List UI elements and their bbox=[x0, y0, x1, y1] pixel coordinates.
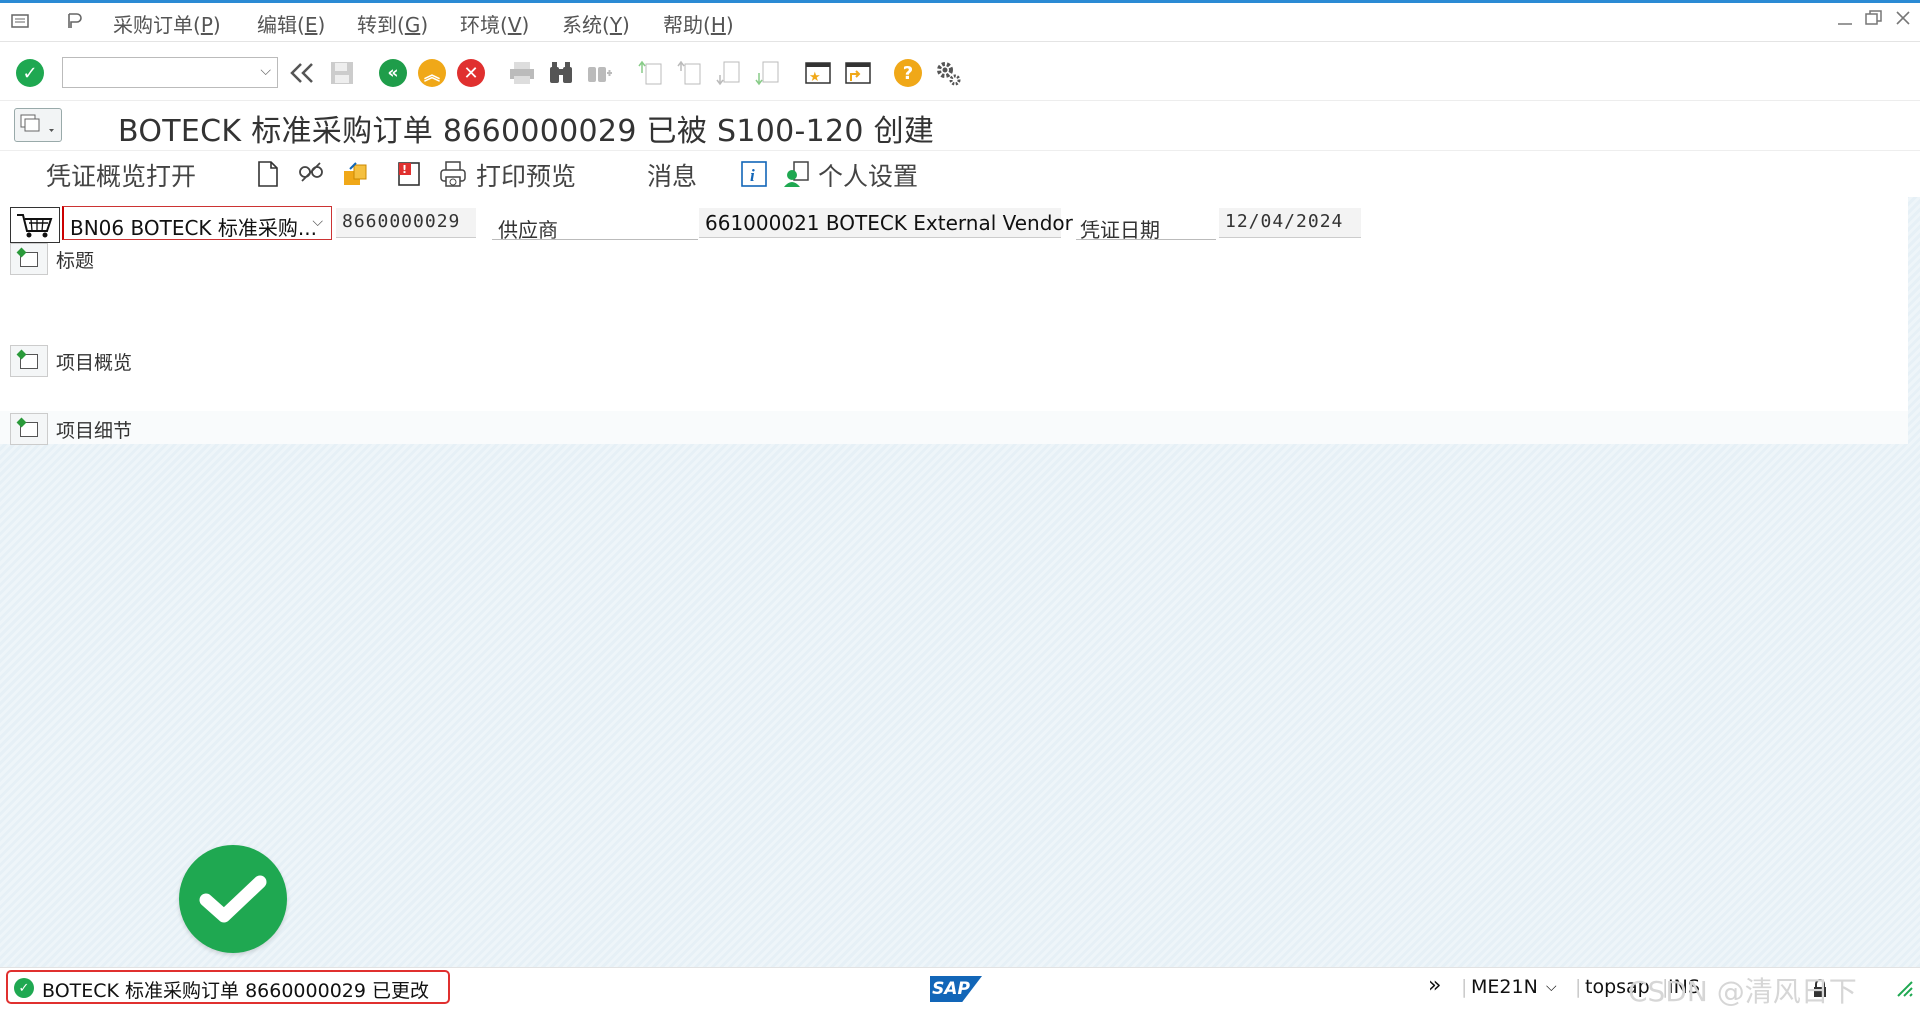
document-type-select[interactable]: BN06 BOTECK 标准采购... ⌵ bbox=[62, 206, 332, 240]
expand-icon bbox=[20, 353, 38, 369]
print-preview-button[interactable]: 打印预览 bbox=[476, 157, 576, 193]
sap-logo: SAP bbox=[930, 976, 982, 1002]
previous-page-icon[interactable] bbox=[675, 58, 705, 88]
document-date-field[interactable]: 12/04/2024 bbox=[1219, 208, 1361, 238]
item-detail-strip bbox=[0, 411, 1908, 444]
status-message-text: BOTECK 标准采购订单 8660000029 已更改 bbox=[42, 980, 429, 1002]
print-preview-icon[interactable] bbox=[438, 159, 468, 189]
next-page-icon[interactable] bbox=[714, 58, 744, 88]
menu-system[interactable]: 系统(Y) bbox=[562, 9, 630, 38]
find-icon[interactable] bbox=[546, 58, 576, 88]
personal-settings-button[interactable]: 个人设置 bbox=[818, 157, 918, 193]
expand-item-overview-button[interactable] bbox=[10, 345, 48, 377]
expand-icon bbox=[20, 251, 38, 267]
svg-text:★: ★ bbox=[809, 70, 821, 85]
more-menu-icon[interactable] bbox=[64, 11, 86, 31]
last-page-icon[interactable] bbox=[753, 58, 783, 88]
menu-edit[interactable]: 编辑(E) bbox=[257, 9, 325, 38]
item-overview-label: 项目概览 bbox=[56, 352, 133, 374]
title-bar: BOTECK 标准采购订单 8660000029 已被 S100-120 创建 bbox=[0, 102, 1920, 149]
exit-icon[interactable]: ︽ bbox=[417, 58, 447, 88]
menu-bar: 采购订单(P) 编辑(E) 转到(G) 环境(V) 系统(Y) 帮助(H) bbox=[0, 3, 1920, 42]
status-divider: | bbox=[1575, 976, 1582, 998]
check-icon[interactable]: ! bbox=[394, 159, 424, 189]
customize-icon[interactable] bbox=[933, 58, 963, 88]
svg-text:!: ! bbox=[402, 163, 407, 176]
transaction-menu-icon[interactable] bbox=[14, 108, 62, 142]
svg-text:i: i bbox=[750, 166, 755, 185]
back-icon[interactable]: « bbox=[378, 58, 408, 88]
new-document-icon[interactable] bbox=[253, 159, 283, 189]
expand-icon bbox=[20, 421, 38, 437]
document-date-label: 凭证日期 bbox=[1076, 210, 1216, 242]
chevron-down-icon[interactable]: ⌵ bbox=[1546, 979, 1557, 995]
menu-help[interactable]: 帮助(H) bbox=[663, 9, 734, 38]
chevron-down-icon: ⌵ bbox=[312, 214, 323, 230]
application-toolbar: 凭证概览打开 ! 打印预览 消息 i 个人设置 bbox=[0, 150, 1920, 198]
other-document-icon[interactable] bbox=[340, 159, 370, 189]
back-double-icon[interactable] bbox=[287, 58, 317, 88]
shopping-cart-icon[interactable] bbox=[10, 207, 60, 243]
chevron-down-icon: ⌵ bbox=[260, 63, 271, 79]
transaction-code[interactable]: ME21N bbox=[1471, 976, 1538, 998]
standard-toolbar: ✓ ⌵ « ︽ ✕ ★ ? bbox=[0, 44, 1920, 101]
expand-header-button[interactable] bbox=[10, 243, 48, 275]
header-section-label: 标题 bbox=[56, 250, 95, 272]
success-check-icon bbox=[179, 845, 287, 953]
vendor-label: 供应商 bbox=[492, 210, 698, 242]
status-bar: ✓ BOTECK 标准采购订单 8660000029 已更改 SAP » | M… bbox=[0, 967, 1920, 1009]
create-session-icon[interactable]: ★ bbox=[803, 58, 833, 88]
minimize-icon[interactable] bbox=[1836, 9, 1854, 32]
close-window-icon[interactable] bbox=[1894, 9, 1912, 32]
watermark: CSDN @清风日下 bbox=[1628, 975, 1857, 1008]
menu-environment[interactable]: 环境(V) bbox=[460, 9, 529, 38]
print-icon[interactable] bbox=[507, 58, 537, 88]
personal-settings-icon[interactable] bbox=[782, 159, 812, 189]
info-icon[interactable]: i bbox=[739, 159, 769, 189]
main-content: BN06 BOTECK 标准采购... ⌵ 8660000029 供应商 661… bbox=[0, 197, 1920, 967]
item-detail-label: 项目细节 bbox=[56, 420, 133, 442]
first-page-icon[interactable] bbox=[636, 58, 666, 88]
status-message[interactable]: ✓ BOTECK 标准采购订单 8660000029 已更改 bbox=[6, 970, 450, 1004]
enter-icon[interactable]: ✓ bbox=[15, 58, 45, 88]
success-icon: ✓ bbox=[14, 978, 34, 998]
expand-item-detail-button[interactable] bbox=[10, 413, 48, 445]
po-number-field[interactable]: 8660000029 bbox=[336, 208, 476, 238]
system-menu-icon[interactable] bbox=[10, 11, 32, 31]
menu-goto[interactable]: 转到(G) bbox=[357, 9, 428, 38]
expand-status-icon[interactable]: » bbox=[1428, 973, 1441, 998]
menu-purchase-order[interactable]: 采购订单(P) bbox=[113, 9, 221, 38]
page-title: BOTECK 标准采购订单 8660000029 已被 S100-120 创建 bbox=[118, 114, 935, 149]
shortcut-icon[interactable] bbox=[843, 58, 873, 88]
command-field[interactable]: ⌵ bbox=[62, 57, 278, 88]
find-next-icon[interactable] bbox=[584, 58, 614, 88]
restore-icon[interactable] bbox=[1864, 9, 1884, 32]
save-icon[interactable] bbox=[327, 58, 357, 88]
cancel-icon[interactable]: ✕ bbox=[456, 58, 486, 88]
display-change-icon[interactable] bbox=[296, 159, 326, 189]
resize-grip-icon[interactable] bbox=[1894, 978, 1914, 1003]
vendor-field[interactable]: 661000021 BOTECK External Vendor bbox=[699, 208, 1073, 238]
status-divider: | bbox=[1461, 976, 1468, 998]
document-overview-button[interactable]: 凭证概览打开 bbox=[46, 157, 196, 193]
help-icon[interactable]: ? bbox=[893, 58, 923, 88]
messages-button[interactable]: 消息 bbox=[647, 157, 697, 193]
